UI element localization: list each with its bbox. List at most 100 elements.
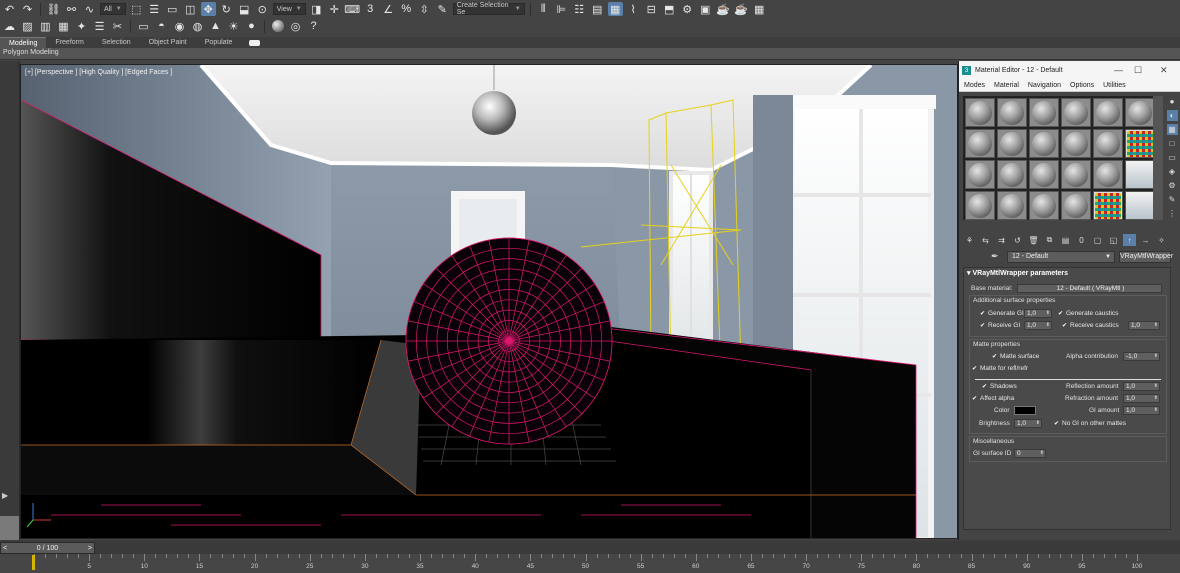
- align-icon[interactable]: ⊫: [554, 2, 569, 16]
- generate-gi-checkbox[interactable]: ✔ Generate GI: [980, 310, 1024, 317]
- show-shaded-material-icon[interactable]: ▢: [1091, 234, 1104, 246]
- sample-type-icon[interactable]: ●: [1167, 96, 1178, 107]
- material-editor-icon[interactable]: ⬒: [662, 2, 677, 16]
- gi-surface-id-spinner[interactable]: 0 ⬍: [1014, 449, 1046, 458]
- vray-ies-light-icon[interactable]: ▲: [208, 19, 223, 33]
- select-by-material-icon[interactable]: ✎: [1167, 194, 1178, 205]
- vray-toolbar-icon[interactable]: ☁: [2, 19, 17, 33]
- reflection-amount-spinner[interactable]: 1,0 ⬍: [1123, 382, 1160, 391]
- next-frame-icon[interactable]: >: [88, 545, 92, 552]
- selected-sphere[interactable]: [405, 237, 613, 445]
- delete-icon[interactable]: 🗑: [1027, 234, 1040, 246]
- render-production-icon[interactable]: ☕: [716, 2, 731, 16]
- vray-image-icon[interactable]: ▨: [20, 19, 35, 33]
- link-icon[interactable]: ⛓: [46, 2, 61, 16]
- percent-snap-icon[interactable]: %: [399, 2, 414, 16]
- material-map-navigator-icon[interactable]: ⋮: [1167, 208, 1178, 219]
- reset-map-icon[interactable]: ↺: [1011, 234, 1024, 246]
- time-slider[interactable]: < 0 / 100 >: [0, 542, 95, 554]
- assign-to-selection-icon[interactable]: ⇉: [995, 234, 1008, 246]
- show-end-result-icon[interactable]: ◱: [1107, 234, 1120, 246]
- material-slot[interactable]: [1125, 98, 1155, 127]
- vray-sun-icon[interactable]: ☀: [226, 19, 241, 33]
- keyboard-shortcut-icon[interactable]: ⌨: [344, 2, 360, 16]
- vray-mesh-light-icon[interactable]: ◍: [190, 19, 205, 33]
- material-slot[interactable]: [1061, 160, 1091, 189]
- viewport-label[interactable]: [+] [Perspective ] [High Quality ] [Edge…: [25, 69, 172, 76]
- angle-snap-icon[interactable]: ∠: [381, 2, 396, 16]
- edit-named-selection-icon[interactable]: ✎: [435, 2, 450, 16]
- vray-help-icon[interactable]: ?: [306, 19, 321, 33]
- redo-icon[interactable]: ↷: [20, 2, 35, 16]
- receive-caustics-checkbox[interactable]: ✔ Receive caustics: [1062, 322, 1119, 329]
- receive-gi-spinner[interactable]: 1,0 ⬍: [1024, 321, 1052, 330]
- video-color-check-icon[interactable]: ▭: [1167, 152, 1178, 163]
- put-to-scene-icon[interactable]: ⇆: [979, 234, 992, 246]
- ref-coord-dropdown[interactable]: View ▼: [272, 3, 306, 15]
- bind-space-warp-icon[interactable]: ∿: [82, 2, 97, 16]
- vray-frame-icon[interactable]: ▦: [56, 19, 71, 33]
- vray-plane-light-icon[interactable]: ▭: [136, 19, 151, 33]
- named-selection-dropdown[interactable]: Create Selection Se ▼: [452, 2, 525, 16]
- move-icon[interactable]: ✥: [200, 2, 216, 16]
- material-slot[interactable]: [965, 98, 995, 127]
- material-slot[interactable]: [1093, 98, 1123, 127]
- slots-scrollbar[interactable]: [1153, 96, 1163, 220]
- get-material-icon[interactable]: ⚘: [963, 234, 976, 246]
- curve-editor-icon[interactable]: ⌇: [626, 2, 641, 16]
- scale-icon[interactable]: ⬓: [237, 2, 252, 16]
- material-editor-titlebar[interactable]: 3 Material Editor - 12 - Default — ☐ ✕: [959, 61, 1180, 80]
- go-forward-sibling-icon[interactable]: →: [1139, 234, 1152, 246]
- vray-proxy-icon[interactable]: ✂: [110, 19, 125, 33]
- go-to-parent-icon[interactable]: ↑: [1123, 234, 1136, 246]
- tab-populate[interactable]: Populate: [196, 37, 242, 48]
- menu-options[interactable]: Options: [1070, 82, 1094, 89]
- alpha-contribution-spinner[interactable]: -1,0 ⬍: [1123, 352, 1160, 361]
- material-slot[interactable]: [1061, 191, 1091, 220]
- pick-material-eyedropper-icon[interactable]: ✒: [991, 251, 999, 262]
- put-to-library-icon[interactable]: ▤: [1059, 234, 1072, 246]
- time-slider-track[interactable]: [0, 542, 1180, 554]
- undo-icon[interactable]: ↶: [2, 2, 17, 16]
- tab-selection[interactable]: Selection: [93, 37, 140, 48]
- shadows-checkbox[interactable]: ✔ Shadows: [982, 383, 1017, 390]
- make-preview-icon[interactable]: ◈: [1167, 166, 1178, 177]
- vray-sphere-light-icon[interactable]: ◉: [172, 19, 187, 33]
- menu-modes[interactable]: Modes: [964, 82, 985, 89]
- menu-utilities[interactable]: Utilities: [1103, 82, 1126, 89]
- rendered-frame-window-icon[interactable]: ▣: [698, 2, 713, 16]
- viewport-layout-button[interactable]: [0, 516, 19, 540]
- placement-icon[interactable]: ⊙: [255, 2, 270, 16]
- material-slot-photo[interactable]: [1125, 191, 1155, 220]
- matte-refl-checkbox[interactable]: ✔ Matte for refl/refr: [972, 365, 1028, 372]
- polygon-modeling-label[interactable]: Polygon Modeling: [3, 49, 59, 56]
- select-manipulate-icon[interactable]: ✛: [327, 2, 342, 16]
- schematic-view-icon[interactable]: ⊟: [644, 2, 659, 16]
- material-slot[interactable]: [997, 160, 1027, 189]
- tab-modeling[interactable]: Modeling: [0, 37, 47, 48]
- material-slot[interactable]: [1029, 160, 1059, 189]
- menu-material[interactable]: Material: [994, 82, 1019, 89]
- material-slot[interactable]: [965, 191, 995, 220]
- material-slot[interactable]: [1029, 129, 1059, 158]
- vray-mesh-export-icon[interactable]: ☰: [92, 19, 107, 33]
- timeline-ruler[interactable]: 5 10 15 20 25 30 35 40 45 50 55 60 65 70 75 80 85 90 95 100: [0, 554, 1180, 573]
- material-slot[interactable]: [965, 129, 995, 158]
- window-crossing-icon[interactable]: ◫: [183, 2, 198, 16]
- minimize-icon[interactable]: —: [1114, 65, 1123, 75]
- receive-gi-checkbox[interactable]: ✔ Receive GI: [980, 322, 1020, 329]
- receive-caustics-spinner[interactable]: 1,0 ⬍: [1128, 321, 1160, 330]
- material-slot[interactable]: [997, 191, 1027, 220]
- unlink-icon[interactable]: ⚯: [64, 2, 79, 16]
- expand-arrow-icon[interactable]: ▶: [2, 491, 8, 500]
- material-type-button[interactable]: VRayMtlWrapper: [1119, 251, 1173, 263]
- material-slot[interactable]: [997, 98, 1027, 127]
- vray-fur-icon[interactable]: ◎: [288, 19, 303, 33]
- material-slot[interactable]: [1093, 129, 1123, 158]
- vray-brush-icon[interactable]: ✦: [74, 19, 89, 33]
- menu-navigation[interactable]: Navigation: [1028, 82, 1061, 89]
- toggle-scene-explorer-icon[interactable]: ☷: [572, 2, 587, 16]
- material-slot[interactable]: [1029, 191, 1059, 220]
- vray-frame-buffer-icon[interactable]: ▦: [752, 2, 767, 16]
- material-slot[interactable]: [1029, 98, 1059, 127]
